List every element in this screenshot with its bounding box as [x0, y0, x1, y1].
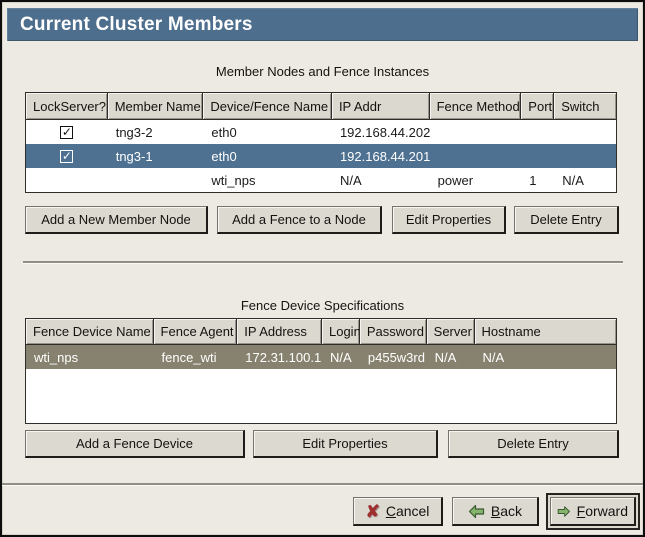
switch-cell: N/A: [554, 168, 616, 192]
fence-table-caption: Fence Device Specifications: [2, 298, 643, 313]
column-header-lockserver[interactable]: LockServer?: [26, 93, 108, 120]
cancel-button[interactable]: ✘ Cancel: [353, 497, 443, 526]
ip-addr-cell: 192.168.44.202: [332, 120, 430, 144]
lockserver-checkbox[interactable]: ✓: [60, 150, 73, 163]
delete-entry-button[interactable]: Delete Entry: [514, 206, 619, 234]
hostname-cell: N/A: [475, 345, 617, 369]
footer-separator: [2, 483, 643, 485]
column-header-member-name[interactable]: Member Name: [108, 93, 204, 120]
column-header-password[interactable]: Password: [360, 319, 427, 345]
member-name-cell: tng3-2: [108, 120, 204, 144]
edit-properties-button[interactable]: Edit Properties: [253, 430, 438, 458]
table-row-selected[interactable]: wti_nps fence_wti 172.31.100.1 N/A p455w…: [26, 345, 616, 369]
checkbox-check-icon: ✓: [62, 150, 72, 162]
title-bar: Current Cluster Members: [7, 8, 638, 41]
forward-button[interactable]: Forward: [550, 497, 636, 526]
section-separator: [23, 261, 623, 263]
ip-addr-cell: 192.168.44.201: [332, 144, 430, 168]
checkbox-check-icon: ✓: [62, 126, 72, 138]
password-cell: p455w3rd: [360, 345, 427, 369]
switch-cell: [554, 144, 616, 168]
forward-arrow-icon: [557, 504, 571, 519]
login-cell: N/A: [322, 345, 360, 369]
back-button[interactable]: Back: [452, 497, 539, 526]
member-name-cell: tng3-1: [108, 144, 204, 168]
port-cell: 1: [521, 168, 554, 192]
lockserver-cell: ✓: [26, 120, 108, 144]
device-fence-cell: eth0: [203, 144, 332, 168]
fence-method-cell: power: [430, 168, 522, 192]
table-row[interactable]: ✓ tng3-2 eth0 192.168.44.202: [26, 120, 616, 144]
device-fence-cell: eth0: [203, 120, 332, 144]
column-header-fence-method[interactable]: Fence Method: [430, 93, 522, 120]
port-cell: [521, 120, 554, 144]
fence-devices-table: Fence Device Name Fence Agent IP Address…: [25, 318, 617, 424]
lockserver-cell: [26, 168, 108, 192]
page-title: Current Cluster Members: [7, 14, 253, 36]
add-fence-to-node-button[interactable]: Add a Fence to a Node: [217, 206, 382, 234]
add-fence-device-button[interactable]: Add a Fence Device: [25, 430, 245, 458]
column-header-switch[interactable]: Switch: [554, 93, 616, 120]
lockserver-checkbox[interactable]: ✓: [60, 126, 73, 139]
column-header-login[interactable]: Login: [322, 319, 360, 345]
forward-default-ring: Forward: [546, 493, 640, 530]
cancel-label: Cancel: [386, 503, 430, 519]
table-row[interactable]: wti_nps N/A power 1 N/A: [26, 168, 616, 192]
back-arrow-icon: [468, 504, 485, 519]
column-header-port[interactable]: Port: [521, 93, 554, 120]
fence-method-cell: [430, 144, 522, 168]
add-member-node-button[interactable]: Add a New Member Node: [25, 206, 208, 234]
member-name-cell: [108, 168, 204, 192]
delete-entry-button[interactable]: Delete Entry: [448, 430, 619, 458]
port-cell: [521, 144, 554, 168]
column-header-fence-agent[interactable]: Fence Agent: [154, 319, 238, 345]
column-header-server[interactable]: Server: [427, 319, 475, 345]
member-nodes-table: LockServer? Member Name Device/Fence Nam…: [25, 92, 617, 193]
dialog-window: Current Cluster Members Member Nodes and…: [0, 0, 645, 537]
fence-table-header-row: Fence Device Name Fence Agent IP Address…: [26, 319, 616, 345]
fence-device-name-cell: wti_nps: [26, 345, 154, 369]
edit-properties-button[interactable]: Edit Properties: [392, 206, 506, 234]
fence-agent-cell: fence_wti: [154, 345, 238, 369]
table-row-selected[interactable]: ✓ tng3-1 eth0 192.168.44.201: [26, 144, 616, 168]
switch-cell: [554, 120, 616, 144]
column-header-hostname[interactable]: Hostname: [475, 319, 617, 345]
column-header-device-fence[interactable]: Device/Fence Name: [203, 93, 332, 120]
column-header-ip-addr[interactable]: IP Addr: [332, 93, 430, 120]
lockserver-cell: ✓: [26, 144, 108, 168]
forward-label: Forward: [577, 503, 628, 519]
member-table-header-row: LockServer? Member Name Device/Fence Nam…: [26, 93, 616, 120]
back-label: Back: [491, 503, 522, 519]
server-cell: N/A: [427, 345, 475, 369]
cancel-x-icon: ✘: [366, 503, 380, 520]
column-header-ip-address[interactable]: IP Address: [237, 319, 322, 345]
ip-addr-cell: N/A: [332, 168, 430, 192]
column-header-fence-device-name[interactable]: Fence Device Name: [26, 319, 154, 345]
ip-address-cell: 172.31.100.1: [237, 345, 322, 369]
member-table-caption: Member Nodes and Fence Instances: [2, 64, 643, 79]
device-fence-cell: wti_nps: [203, 168, 332, 192]
fence-method-cell: [430, 120, 522, 144]
